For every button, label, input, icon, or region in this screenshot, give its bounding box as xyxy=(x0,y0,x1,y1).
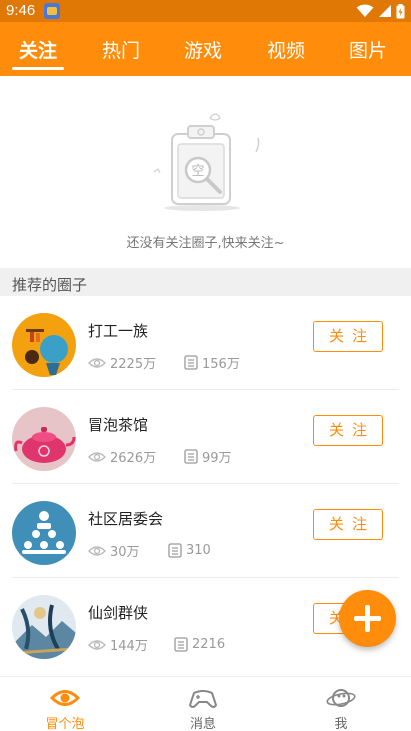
circle-name: 仙剑群侠 xyxy=(88,604,149,622)
status-time: 9:46 xyxy=(6,2,36,19)
empty-state-message: 还没有关注圈子,快来关注~ xyxy=(126,236,285,251)
wifi-icon xyxy=(356,4,374,17)
circle-posts: 310 xyxy=(186,543,211,558)
tab-images[interactable]: 图片 xyxy=(328,36,408,63)
circle-posts: 99万 xyxy=(202,451,232,466)
tab-follow[interactable]: 关注 xyxy=(0,36,78,63)
eye-icon xyxy=(88,639,106,650)
battery-icon xyxy=(396,3,405,18)
signal-icon xyxy=(379,5,391,17)
follow-button[interactable]: 关注 xyxy=(313,321,383,352)
posts-icon xyxy=(184,449,198,464)
nav-label: 消息 xyxy=(189,717,216,731)
nav-item-bubble[interactable]: 冒个泡 xyxy=(20,685,110,731)
circle-item[interactable]: 打工一族 2225万 156万 关注 xyxy=(0,296,411,390)
circle-views: 2225万 xyxy=(110,357,157,372)
tab-games[interactable]: 游戏 xyxy=(163,36,243,63)
posts-icon xyxy=(168,543,182,558)
circle-views: 30万 xyxy=(110,545,140,560)
bottom-navigation: 冒个泡 消息 我 xyxy=(0,676,411,731)
nav-item-me[interactable]: 我 xyxy=(296,685,386,731)
circle-item[interactable]: 冒泡茶馆 2626万 99万 关注 xyxy=(0,390,411,484)
nav-item-messages[interactable]: 消息 xyxy=(158,685,248,731)
eye-icon xyxy=(88,357,106,368)
tab-hot[interactable]: 热门 xyxy=(81,36,161,63)
app-notification-icon xyxy=(44,3,60,19)
circle-name: 打工一族 xyxy=(88,322,149,340)
top-tab-bar: 关注 热门 游戏 视频 图片 xyxy=(0,22,411,76)
circle-item[interactable]: 社区居委会 30万 310 关注 xyxy=(0,484,411,578)
circle-avatar xyxy=(12,595,76,659)
planet-icon xyxy=(326,689,356,707)
nav-label: 冒个泡 xyxy=(45,717,85,731)
circle-name: 冒泡茶馆 xyxy=(88,416,149,434)
svg-text:空: 空 xyxy=(191,164,204,179)
follow-button[interactable]: 关注 xyxy=(313,415,383,446)
circle-posts: 156万 xyxy=(202,357,240,372)
follow-button[interactable]: 关注 xyxy=(313,509,383,540)
eye-icon xyxy=(88,545,106,556)
empty-clipboard-illustration: 空 xyxy=(153,113,260,211)
circle-avatar xyxy=(12,313,76,377)
posts-icon xyxy=(184,355,198,370)
eye-icon xyxy=(50,690,80,706)
add-fab-button[interactable] xyxy=(339,590,396,647)
tab-video[interactable]: 视频 xyxy=(246,36,326,63)
circle-avatar xyxy=(12,501,76,565)
eye-icon xyxy=(88,451,106,462)
circle-name: 社区居委会 xyxy=(88,510,164,528)
circle-posts: 2216 xyxy=(192,637,226,652)
circle-avatar xyxy=(12,407,76,471)
nav-label: 我 xyxy=(334,717,348,731)
active-tab-indicator xyxy=(12,67,64,70)
gamepad-icon xyxy=(188,690,218,708)
circle-views: 144万 xyxy=(110,639,148,654)
status-bar: 9:46 xyxy=(0,0,411,22)
posts-icon xyxy=(174,637,188,652)
empty-state: 空 还没有关注圈子,快来关注~ xyxy=(0,76,411,268)
circle-views: 2626万 xyxy=(110,451,157,466)
section-title: 推荐的圈子 xyxy=(12,276,88,294)
section-header: 推荐的圈子 xyxy=(0,268,411,296)
